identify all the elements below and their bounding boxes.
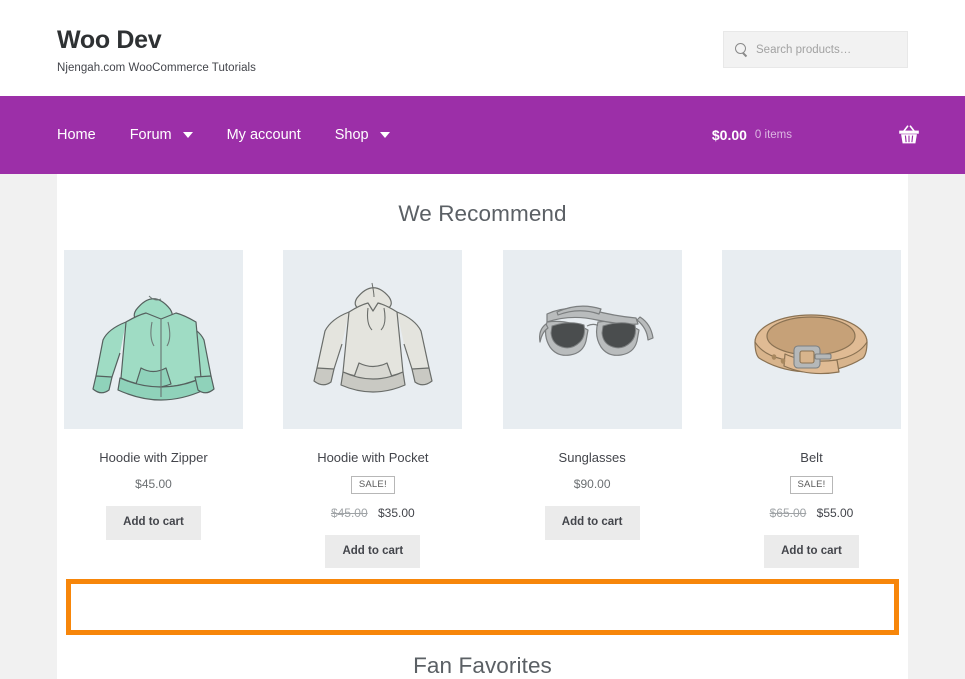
- price-regular: $90.00: [573, 477, 611, 491]
- section-heading-we-recommend: We Recommend: [398, 201, 567, 226]
- primary-navigation: Home Forum My account Shop $0.00 0 items: [0, 96, 965, 174]
- product-name[interactable]: Hoodie with Zipper: [64, 450, 243, 465]
- price-sale: $35.00: [378, 505, 415, 520]
- nav-label-forum: Forum: [129, 127, 172, 143]
- product-price: $65.00 $55.00: [722, 506, 901, 520]
- product-image-leather-belt[interactable]: [721, 250, 901, 429]
- site-branding[interactable]: Woo Dev Njengah.com WooCommerce Tutorial…: [57, 22, 256, 74]
- price-regular-strikethrough: $65.00: [769, 505, 807, 520]
- site-title: Woo Dev: [57, 26, 162, 55]
- add-to-cart-button[interactable]: Add to cart: [325, 534, 421, 568]
- cart-item-count: 0 items: [754, 129, 792, 141]
- nav-item-home[interactable]: Home: [57, 127, 96, 143]
- cart-total-amount: $0.00: [711, 127, 747, 143]
- nav-label-home: Home: [57, 127, 96, 143]
- nav-label-shop: Shop: [334, 127, 369, 143]
- sale-badge: SALE!: [789, 476, 834, 494]
- product-search-form[interactable]: [723, 31, 908, 68]
- nav-item-my-account[interactable]: My account: [227, 127, 301, 143]
- product-card[interactable]: Hoodie with Pocket SALE! $45.00 $35.00 A…: [283, 250, 463, 568]
- shopping-basket-icon[interactable]: [898, 125, 920, 145]
- product-name[interactable]: Sunglasses: [503, 450, 682, 465]
- product-grid: Hoodie with Zipper $45.00 Add to cart Ho…: [57, 227, 908, 568]
- cart-summary[interactable]: $0.00 0 items: [712, 96, 920, 174]
- nav-menu: Home Forum My account Shop: [57, 127, 390, 143]
- site-header: Woo Dev Njengah.com WooCommerce Tutorial…: [0, 0, 965, 96]
- search-input[interactable]: [756, 43, 897, 56]
- product-price: $45.00: [64, 477, 243, 491]
- product-price: $90.00: [503, 477, 682, 491]
- product-card[interactable]: Sunglasses $90.00 Add to cart: [502, 250, 682, 540]
- product-price: $45.00 $35.00: [283, 506, 462, 520]
- add-to-cart-button[interactable]: Add to cart: [544, 506, 640, 540]
- product-image-sunglasses[interactable]: [502, 250, 682, 429]
- main-content: We Recommend Hoodie with Zipper $45.00 A…: [57, 174, 908, 679]
- site-tagline: Njengah.com WooCommerce Tutorials: [57, 61, 256, 74]
- chevron-down-icon: [182, 132, 193, 138]
- nav-item-forum[interactable]: Forum: [130, 127, 193, 143]
- price-regular-strikethrough: $45.00: [330, 505, 368, 520]
- add-to-cart-button[interactable]: Add to cart: [106, 506, 201, 540]
- sale-badge-wrap: SALE!: [722, 465, 901, 494]
- add-to-cart-button[interactable]: Add to cart: [764, 534, 859, 568]
- chevron-down-icon: [379, 132, 390, 138]
- section-heading-fan-favorites: Fan Favorites: [413, 653, 552, 678]
- product-card[interactable]: Hoodie with Zipper $45.00 Add to cart: [64, 250, 243, 540]
- search-icon: [734, 42, 748, 57]
- price-sale: $55.00: [816, 505, 854, 520]
- nav-item-shop[interactable]: Shop: [335, 127, 390, 143]
- product-name[interactable]: Belt: [722, 450, 901, 465]
- sale-badge-wrap: SALE!: [283, 465, 462, 494]
- product-card[interactable]: Belt SALE! $65.00 $55.00 Add to cart: [721, 250, 901, 568]
- product-image-gray-pullover-hoodie[interactable]: [283, 250, 463, 429]
- annotation-highlight-box: [66, 579, 899, 635]
- product-image-green-zip-hoodie[interactable]: [64, 250, 243, 429]
- price-regular: $45.00: [135, 477, 172, 491]
- sale-badge: SALE!: [350, 476, 395, 494]
- nav-label-my-account: My account: [226, 127, 301, 143]
- product-name[interactable]: Hoodie with Pocket: [283, 450, 462, 465]
